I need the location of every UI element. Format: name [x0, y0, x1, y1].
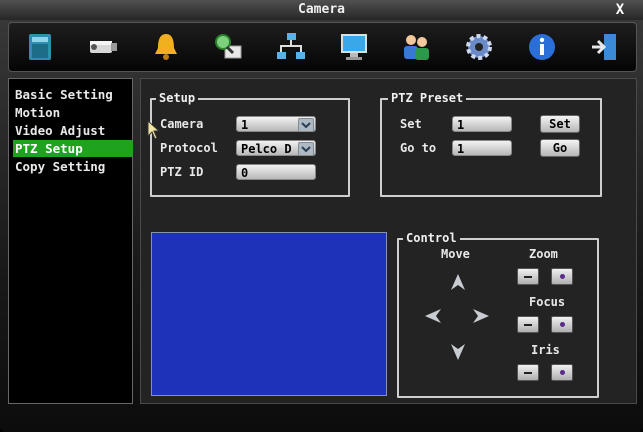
camera-select-value: 1 [241, 118, 249, 132]
pan-down-arrow-icon[interactable] [448, 342, 468, 362]
setup-group-title: Setup [156, 90, 199, 106]
users-icon[interactable] [396, 27, 436, 67]
iris-close-button[interactable] [517, 364, 539, 381]
preset-set-button[interactable]: Set [540, 115, 580, 133]
iris-label: Iris [531, 343, 560, 357]
video-preview [151, 232, 387, 396]
search-icon[interactable] [208, 27, 248, 67]
window-title: Camera [298, 2, 345, 17]
plus-icon [559, 370, 565, 375]
mouse-cursor-icon [147, 119, 161, 140]
zoom-label: Zoom [529, 247, 558, 261]
network-icon[interactable] [271, 27, 311, 67]
preset-goto-label: Go to [400, 141, 437, 155]
control-group-title: Control [403, 230, 460, 246]
preset-set-label: Set [400, 117, 422, 131]
zoom-in-button[interactable] [551, 268, 573, 285]
camera-icon[interactable] [83, 27, 123, 67]
pan-up-arrow-icon[interactable] [448, 272, 468, 292]
focus-near-button[interactable] [517, 316, 539, 333]
focus-far-button[interactable] [551, 316, 573, 333]
minus-icon [524, 275, 532, 278]
close-button[interactable]: X [613, 0, 627, 20]
display-icon[interactable] [334, 27, 374, 67]
exit-icon[interactable] [585, 27, 625, 67]
title-bar: Camera X [0, 0, 643, 20]
preset-set-input[interactable]: 1 [452, 116, 512, 132]
zoom-out-button[interactable] [517, 268, 539, 285]
focus-label: Focus [529, 295, 566, 309]
main-toolbar [8, 22, 637, 72]
ptz-preset-group: PTZ Preset Set 1 Set Go to 1 Go [380, 90, 602, 197]
protocol-select[interactable]: Pelco D [236, 140, 316, 156]
chevron-down-icon[interactable] [298, 118, 314, 131]
settings-menu: Basic Setting Motion Video Adjust PTZ Se… [8, 78, 133, 404]
sidebar-item-video-adjust[interactable]: Video Adjust [13, 122, 133, 139]
setup-group: Setup Camera 1 Protocol Pelco D PTZ ID 0 [150, 90, 350, 197]
plus-icon [559, 322, 565, 327]
minus-icon [524, 323, 532, 326]
camera-label: Camera [160, 117, 204, 131]
system-icon[interactable] [20, 27, 60, 67]
preset-goto-input[interactable]: 1 [452, 140, 512, 156]
camera-select[interactable]: 1 [236, 116, 316, 132]
sidebar-item-motion[interactable]: Motion [13, 104, 133, 121]
sidebar-item-basic-setting[interactable]: Basic Setting [13, 86, 133, 103]
sidebar-item-ptz-setup[interactable]: PTZ Setup [13, 140, 133, 157]
protocol-label: Protocol [160, 141, 218, 155]
info-icon[interactable] [522, 27, 562, 67]
plus-icon [559, 274, 565, 279]
control-group: Control Move Zoom Focus Iris [397, 230, 599, 398]
ptz-id-label: PTZ ID [160, 165, 204, 179]
camera-window: Camera X Basic Setting Motion Video Adju… [0, 0, 643, 432]
iris-open-button[interactable] [551, 364, 573, 381]
pan-right-arrow-icon[interactable] [471, 306, 491, 326]
sidebar-item-copy-setting[interactable]: Copy Setting [13, 158, 133, 175]
preset-go-button[interactable]: Go [540, 139, 580, 157]
protocol-select-value: Pelco D [241, 142, 292, 156]
pan-left-arrow-icon[interactable] [423, 306, 443, 326]
chevron-down-icon[interactable] [298, 142, 314, 155]
ptz-preset-group-title: PTZ Preset [388, 90, 467, 106]
minus-icon [524, 371, 532, 374]
move-label: Move [441, 247, 470, 261]
ptz-id-input[interactable]: 0 [236, 164, 316, 180]
gear-icon[interactable] [459, 27, 499, 67]
alarm-bell-icon[interactable] [146, 27, 186, 67]
